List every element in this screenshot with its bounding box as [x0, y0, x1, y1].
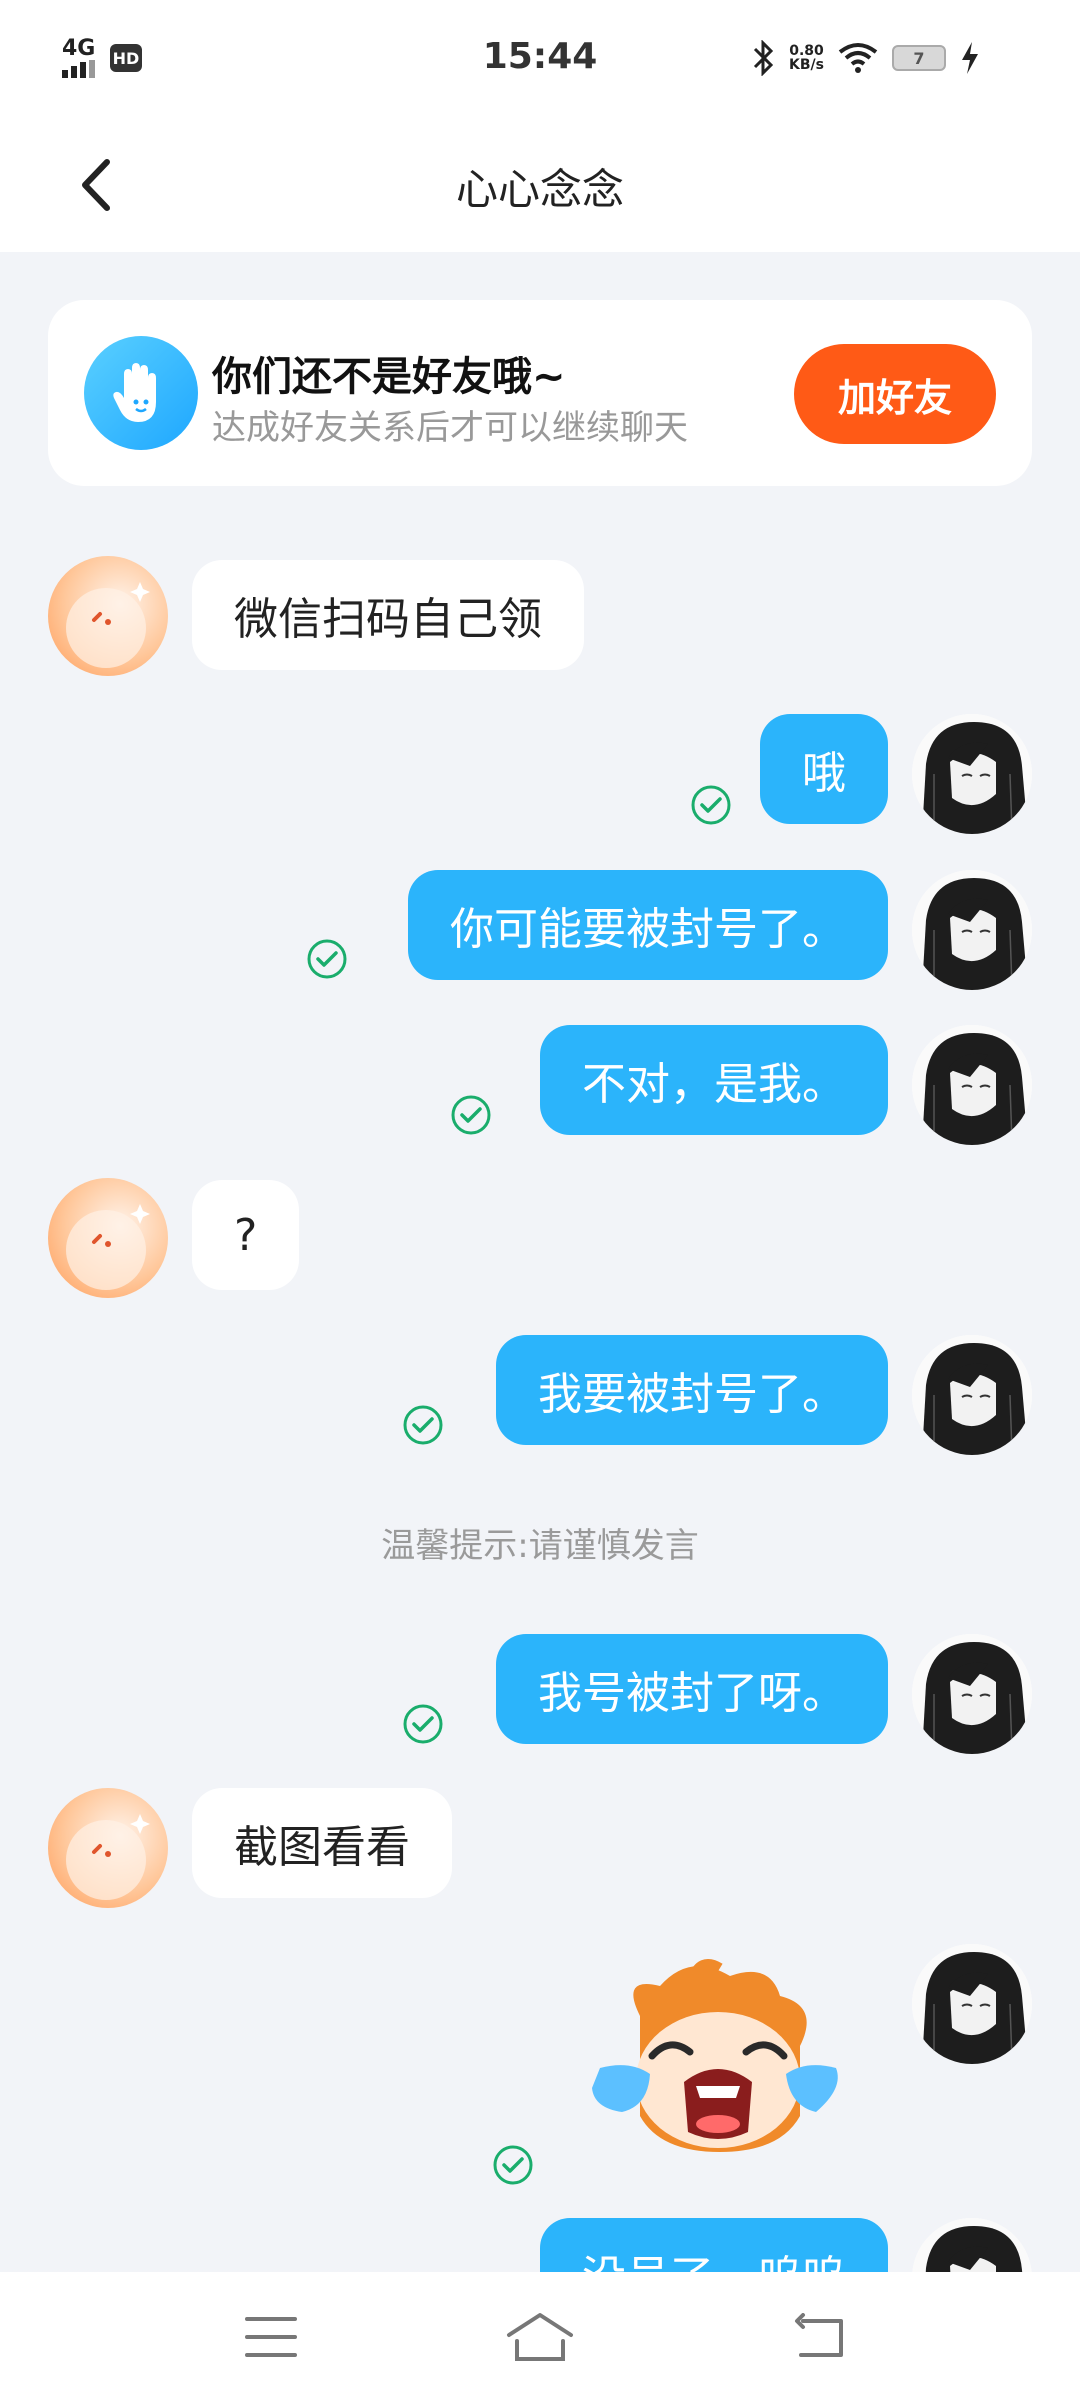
contact-avatar[interactable] [48, 1788, 168, 1908]
banner-subtitle: 达成好友关系后才可以继续聊天 [212, 408, 688, 448]
read-check-icon [403, 1405, 443, 1445]
my-avatar[interactable] [912, 1025, 1032, 1145]
message-bubble-outgoing[interactable]: 我号被封了呀。 [496, 1634, 888, 1744]
home-button[interactable] [505, 2302, 575, 2372]
menu-button[interactable] [236, 2302, 306, 2372]
page-title: 心心念念 [455, 165, 624, 214]
my-avatar[interactable] [912, 870, 1032, 990]
menu-icon [245, 2317, 297, 2357]
system-nav-bar [0, 2272, 1080, 2400]
message-bubble-outgoing[interactable]: 哦 [760, 714, 888, 824]
my-avatar[interactable] [912, 1335, 1032, 1455]
message-bubble-incoming[interactable]: 截图看看 [192, 1788, 452, 1898]
contact-avatar[interactable] [48, 1178, 168, 1298]
read-check-icon [493, 2145, 533, 2185]
contact-avatar[interactable] [48, 556, 168, 676]
banner-title: 你们还不是好友哦~ [212, 354, 566, 400]
message-bubble-outgoing[interactable]: 不对，是我。 [540, 1025, 888, 1135]
read-check-icon [691, 785, 731, 825]
charging-icon [962, 42, 978, 74]
message-bubble-outgoing[interactable]: 你可能要被封号了。 [408, 870, 888, 980]
hand-wave-icon [84, 336, 198, 450]
read-check-icon [451, 1095, 491, 1135]
network-speed: 0.80 KB/s [789, 43, 824, 73]
system-tip: 温馨提示:请谨慎发言 [381, 1526, 699, 1566]
read-check-icon [307, 939, 347, 979]
my-avatar[interactable] [912, 1944, 1032, 2064]
wifi-icon [838, 43, 878, 73]
add-friend-button[interactable]: 加好友 [794, 344, 996, 444]
my-avatar[interactable] [912, 714, 1032, 834]
message-bubble-incoming[interactable]: ? [192, 1180, 300, 1290]
back-nav-button[interactable] [786, 2302, 856, 2372]
read-check-icon [403, 1704, 443, 1744]
bluetooth-icon [753, 40, 774, 76]
return-icon [795, 2313, 843, 2357]
home-icon [507, 2313, 573, 2361]
friend-request-banner: 你们还不是好友哦~ 达成好友关系后才可以继续聊天 加好友 [48, 300, 1032, 486]
message-bubble-outgoing[interactable]: 我要被封号了。 [496, 1335, 888, 1445]
status-bar: 4G HD 15:44 0.80 KB/s 7 [0, 0, 1080, 120]
my-avatar[interactable] [912, 1634, 1032, 1754]
chat-header: 心心念念 [0, 120, 1080, 252]
crying-sticker[interactable] [580, 1956, 850, 2156]
message-bubble-incoming[interactable]: 微信扫码自己领 [192, 560, 584, 670]
battery-icon: 7 [892, 45, 946, 71]
